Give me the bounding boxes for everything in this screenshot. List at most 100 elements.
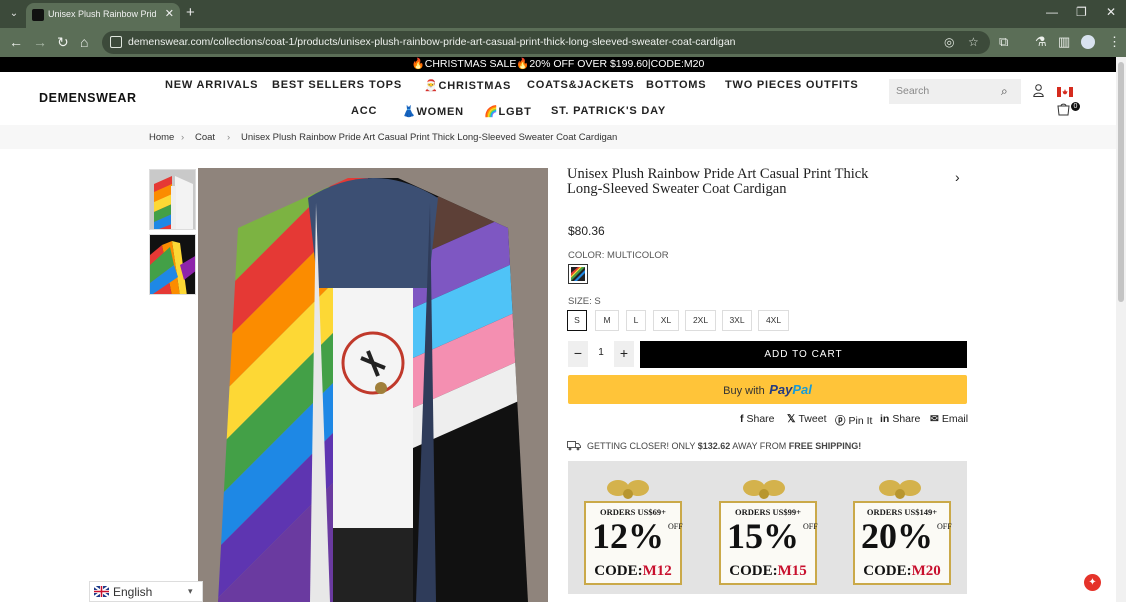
nav-lgbt[interactable]: 🌈LGBT: [484, 105, 532, 118]
nav-st-patricks[interactable]: ST. PATRICK'S DAY: [551, 105, 666, 117]
canada-flag-icon[interactable]: [1057, 87, 1073, 97]
product-main-image[interactable]: [198, 168, 548, 602]
home-icon[interactable]: ⌂: [80, 34, 88, 50]
cart-icon[interactable]: [1057, 103, 1070, 116]
menu-icon[interactable]: ⋮: [1108, 34, 1121, 50]
share-email[interactable]: ✉ Email: [930, 413, 968, 425]
breadcrumb-separator: ›: [181, 132, 185, 143]
shipping-amount: $132.62: [697, 441, 731, 451]
extensions-icon[interactable]: ⧉: [999, 34, 1008, 50]
gift-bow-icon: [879, 480, 921, 499]
nav-women[interactable]: 👗WOMEN: [402, 105, 464, 118]
product-title: Unisex Plush Rainbow Pride Art Casual Pr…: [567, 166, 869, 197]
tab-title: Unisex Plush Rainbow Pride Art: [48, 9, 156, 19]
nav-bottoms[interactable]: BOTTOMS: [646, 79, 706, 91]
size-option-2xl[interactable]: 2XL: [685, 310, 716, 331]
reload-icon[interactable]: ↻: [57, 34, 69, 50]
share-pinterest[interactable]: ⓟ Pin It: [835, 413, 872, 428]
product-thumbnail-1[interactable]: [149, 169, 196, 230]
size-option-m[interactable]: M: [595, 310, 619, 331]
add-to-cart-button[interactable]: ADD TO CART: [640, 341, 967, 368]
breadcrumb-current: Unisex Plush Rainbow Pride Art Casual Pr…: [241, 132, 618, 143]
nav-best-sellers[interactable]: BEST SELLERS: [272, 79, 365, 91]
next-product-chevron-icon[interactable]: ›: [955, 169, 960, 185]
breadcrumb-coat[interactable]: Coat: [195, 132, 215, 143]
quantity-input[interactable]: 1: [591, 347, 611, 358]
discount-card-off: OFF: [803, 522, 818, 531]
search-input[interactable]: Search ⌕: [889, 79, 1021, 104]
nav-two-pieces[interactable]: TWO PIECES OUTFITS: [725, 79, 859, 91]
chat-widget-icon[interactable]: ✦: [1084, 574, 1101, 591]
color-swatch-multicolor[interactable]: [568, 264, 588, 284]
discount-card-12: ORDERS US$69+ 12% OFF CODE:M12: [584, 501, 683, 585]
share-twitter-label: Tweet: [798, 413, 827, 425]
discount-card-percent: 15%: [727, 516, 799, 556]
language-selector[interactable]: English ▾: [89, 581, 203, 602]
profile-avatar[interactable]: [1081, 35, 1095, 49]
quantity-increment-button[interactable]: +: [614, 341, 634, 367]
discount-banner[interactable]: ORDERS US$69+ 12% OFF CODE:M12 ORDERS US…: [568, 461, 967, 594]
size-label: SIZE: S: [568, 296, 601, 307]
maximize-icon[interactable]: ❐: [1076, 5, 1087, 19]
tab-search-icon[interactable]: ⌄: [6, 6, 22, 22]
truck-icon: [567, 441, 581, 451]
share-twitter[interactable]: 𝕏 Tweet: [787, 413, 826, 425]
breadcrumb-home[interactable]: Home: [149, 132, 174, 143]
discount-card-percent: 12%: [592, 516, 664, 556]
tab-close-icon[interactable]: ✕: [165, 7, 174, 20]
back-icon[interactable]: ←: [9, 34, 23, 50]
scrollbar-thumb[interactable]: [1118, 62, 1124, 302]
new-tab-icon[interactable]: +: [186, 4, 195, 21]
size-option-l[interactable]: L: [626, 310, 646, 331]
cart-count-badge: 0: [1071, 102, 1080, 111]
language-label: English: [113, 585, 153, 599]
discount-card-percent: 20%: [861, 516, 933, 556]
forward-icon[interactable]: →: [33, 34, 47, 50]
nav-tops[interactable]: TOPS: [369, 79, 402, 91]
email-icon: ✉: [930, 413, 939, 425]
flask-icon[interactable]: ⚗: [1035, 34, 1047, 50]
size-option-s[interactable]: S: [567, 310, 587, 331]
site-logo[interactable]: DEMENSWEAR: [39, 91, 137, 105]
nav-acc[interactable]: ACC: [351, 105, 377, 117]
nav-christmas[interactable]: 🎅CHRISTMAS: [424, 79, 511, 92]
discount-card-off: OFF: [937, 522, 952, 531]
site-info-icon[interactable]: [110, 36, 122, 48]
address-bar[interactable]: demenswear.com/collections/coat-1/produc…: [102, 31, 990, 54]
twitter-icon: 𝕏: [787, 413, 796, 425]
discount-card-code: CODE:M20: [863, 563, 941, 579]
favicon-icon: [32, 9, 44, 21]
size-option-3xl[interactable]: 3XL: [722, 310, 752, 331]
shipping-prefix: GETTING CLOSER! ONLY: [587, 441, 696, 451]
facebook-icon: f: [740, 413, 744, 425]
discount-card-code: CODE:M12: [594, 563, 672, 579]
window-close-icon[interactable]: ✕: [1106, 5, 1116, 19]
product-thumbnail-2[interactable]: [149, 234, 196, 295]
search-placeholder: Search: [896, 85, 930, 97]
discount-card-20: ORDERS US$149+ 20% OFF CODE:M20: [853, 501, 952, 585]
url-text[interactable]: demenswear.com/collections/coat-1/produc…: [128, 36, 736, 48]
browser-tab[interactable]: Unisex Plush Rainbow Pride Art ✕: [26, 3, 180, 28]
quantity-decrement-button[interactable]: −: [568, 341, 588, 367]
nav-coats-jackets[interactable]: COATS&JACKETS: [527, 79, 634, 91]
chevron-down-icon: ▾: [188, 586, 193, 596]
share-pinterest-label: Pin It: [848, 415, 873, 427]
paypal-button[interactable]: Buy with PayPal: [568, 375, 967, 404]
size-option-4xl[interactable]: 4XL: [758, 310, 789, 331]
pinterest-icon: ⓟ: [835, 415, 846, 427]
minimize-icon[interactable]: —: [1046, 5, 1058, 19]
search-icon[interactable]: ⌕: [1001, 84, 1008, 99]
bookmark-star-icon[interactable]: ☆: [968, 35, 979, 49]
nav-new-arrivals[interactable]: NEW ARRIVALS: [165, 79, 258, 91]
gift-bow-icon: [743, 480, 785, 499]
discount-card-off: OFF: [668, 522, 683, 531]
share-linkedin-label: Share: [892, 413, 921, 425]
share-facebook[interactable]: f Share: [740, 413, 775, 425]
size-option-xl[interactable]: XL: [653, 310, 679, 331]
user-icon[interactable]: [1033, 84, 1044, 97]
eye-off-icon[interactable]: ◎: [944, 35, 954, 49]
sidebar-icon[interactable]: ▥: [1058, 34, 1070, 50]
promo-banner[interactable]: 🔥CHRISTMAS SALE🔥20% OFF OVER $199.60|COD…: [0, 57, 1116, 72]
paypal-logo-pay: Pay: [769, 382, 793, 397]
share-linkedin[interactable]: in Share: [880, 413, 920, 425]
